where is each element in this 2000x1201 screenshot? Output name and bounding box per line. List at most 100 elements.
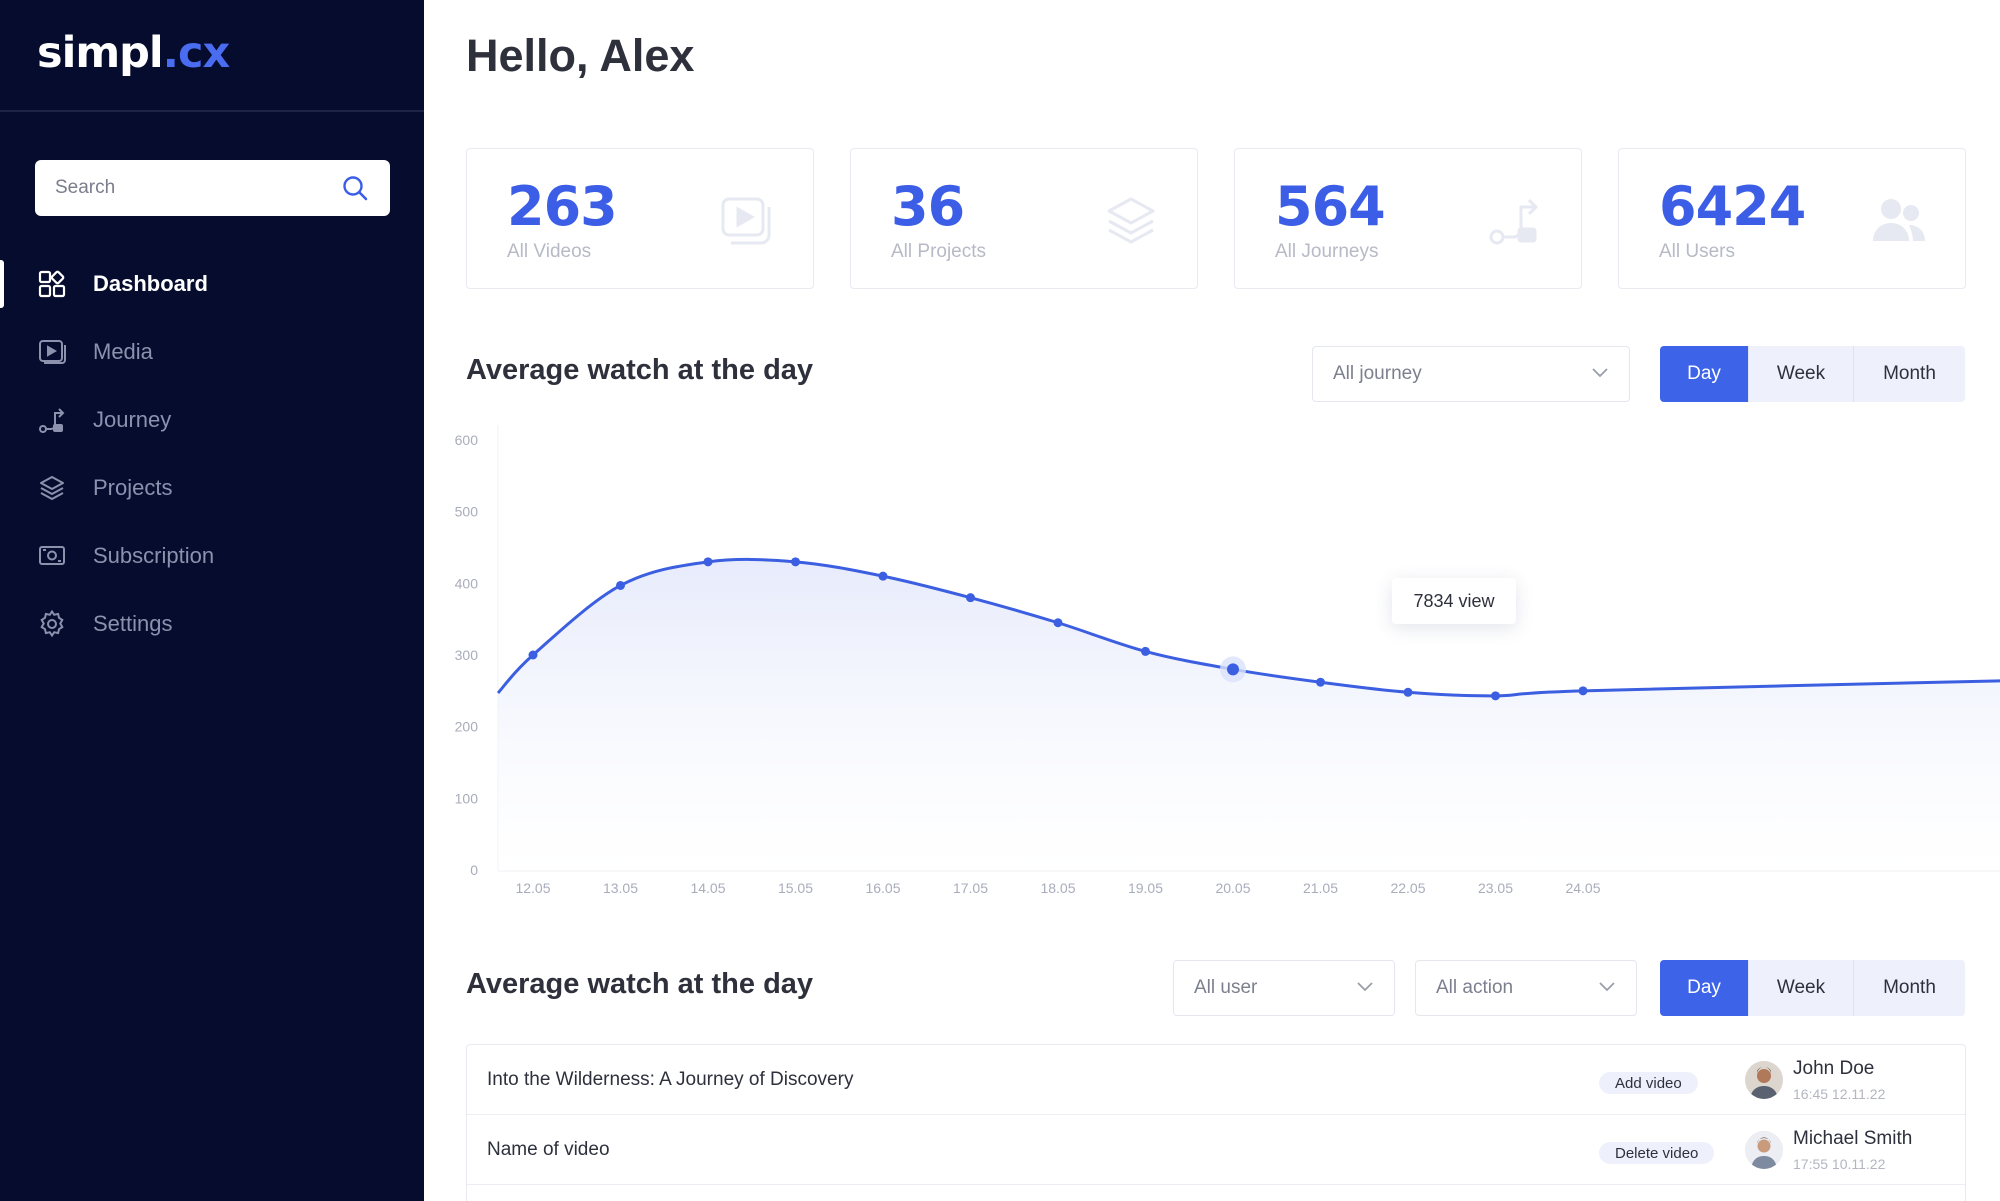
chart-svg: 0 100 200 300 400 500 600 12.05 13.05 14.05 15.05 1…	[455, 425, 2000, 896]
x-tick-label: 17.05	[953, 880, 988, 896]
stat-card-users[interactable]: 6424 All Users	[1618, 148, 1966, 289]
chevron-down-icon	[1591, 365, 1609, 383]
x-tick-label: 13.05	[603, 880, 638, 896]
users-icon	[1869, 191, 1929, 251]
avatar	[1745, 1131, 1783, 1169]
chart-point	[791, 557, 800, 567]
journey-icon	[36, 404, 68, 436]
chart-tooltip: 7834 view	[1392, 578, 1516, 624]
y-tick-label: 300	[455, 647, 479, 663]
x-tick-label: 24.05	[1565, 880, 1600, 896]
sidebar-item-subscription[interactable]: Subscription	[0, 522, 424, 590]
activity-title: Average watch at the day	[466, 968, 814, 1000]
stat-value: 36	[891, 175, 965, 238]
sidebar-item-projects[interactable]: Projects	[0, 454, 424, 522]
period-month-button[interactable]: Month	[1853, 960, 1965, 1016]
period-month-button[interactable]: Month	[1853, 346, 1965, 402]
video-title: Into the Wilderness: A Journey of Discov…	[487, 1069, 854, 1090]
activity-table: Into the Wilderness: A Journey of Discov…	[466, 1044, 1966, 1201]
action-badge: Add video	[1599, 1072, 1698, 1094]
chart-point	[966, 593, 975, 603]
x-tick-label: 23.05	[1478, 880, 1513, 896]
media-icon	[36, 336, 68, 368]
video-title: Name of video	[487, 1139, 610, 1160]
timestamp: 17:55 10.11.22	[1793, 1156, 1886, 1172]
stat-card-journeys[interactable]: 564 All Journeys	[1234, 148, 1582, 289]
chart-point	[1316, 677, 1325, 687]
chart-title: Average watch at the day	[466, 354, 814, 386]
user-select[interactable]: All user	[1173, 960, 1395, 1016]
x-tick-label: 12.05	[515, 880, 550, 896]
chart-point	[1578, 686, 1588, 696]
page-title: Hello, Alex	[466, 30, 695, 81]
chart-point	[616, 580, 625, 590]
table-row[interactable]: Into the Wilderness: A Journey of Discov…	[467, 1045, 1965, 1115]
sidebar-item-label: Subscription	[93, 543, 215, 568]
x-tick-label: 22.05	[1390, 880, 1425, 896]
watch-chart: 0 100 200 300 400 500 600 12.05 13.05 14.05 15.05 1…	[440, 420, 2000, 900]
stat-card-projects[interactable]: 36 All Projects	[850, 148, 1198, 289]
stat-label: All Users	[1659, 241, 1736, 262]
sidebar-nav: Dashboard Media Journey Projects Subscri…	[0, 250, 424, 658]
stat-label: All Journeys	[1275, 241, 1379, 262]
sidebar-item-journey[interactable]: Journey	[0, 386, 424, 454]
projects-icon	[36, 472, 68, 504]
activity-period-toggle: Day Week Month	[1660, 960, 1965, 1016]
chart-point	[703, 557, 713, 567]
brand-accent: .cx	[162, 28, 231, 78]
period-week-button[interactable]: Week	[1748, 346, 1853, 402]
dashboard-icon	[36, 268, 68, 300]
chart-period-toggle: Day Week Month	[1660, 346, 1965, 402]
stat-value: 263	[507, 175, 618, 238]
chart-point	[1403, 687, 1413, 697]
highlight-point	[1227, 663, 1239, 676]
x-tick-label: 15.05	[778, 880, 813, 896]
select-value: All user	[1194, 977, 1258, 998]
brand-logo[interactable]: simpl.cx	[37, 28, 231, 78]
select-value: All journey	[1333, 363, 1422, 384]
brand-name: simpl	[37, 28, 164, 78]
x-tick-label: 21.05	[1303, 880, 1338, 896]
search-icon[interactable]	[340, 173, 370, 203]
table-row[interactable]: Name of video Delete video Michael Smith…	[467, 1115, 1965, 1185]
layers-icon	[1101, 191, 1161, 251]
sidebar-item-dashboard[interactable]: Dashboard	[0, 250, 424, 318]
sidebar-divider	[0, 110, 424, 112]
subscription-icon	[36, 540, 68, 572]
stat-card-videos[interactable]: 263 All Videos	[466, 148, 814, 289]
journey-icon	[1485, 191, 1545, 251]
period-day-button[interactable]: Day	[1660, 346, 1748, 402]
chart-area-fill	[498, 559, 2000, 870]
sidebar-item-media[interactable]: Media	[0, 318, 424, 386]
table-row[interactable]	[467, 1185, 1965, 1201]
timestamp: 16:45 12.11.22	[1793, 1086, 1886, 1102]
search-input[interactable]	[55, 177, 340, 199]
action-badge: Delete video	[1599, 1142, 1715, 1164]
x-tick-label: 16.05	[865, 880, 900, 896]
chart-point	[878, 571, 888, 581]
chart-point	[528, 650, 538, 660]
y-tick-label: 600	[455, 432, 479, 448]
stat-label: All Videos	[507, 241, 592, 262]
chevron-down-icon	[1356, 979, 1374, 997]
journey-select[interactable]: All journey	[1312, 346, 1630, 402]
period-week-button[interactable]: Week	[1748, 960, 1853, 1016]
y-tick-label: 200	[455, 719, 479, 735]
search-box	[35, 160, 390, 216]
action-select[interactable]: All action	[1415, 960, 1637, 1016]
x-tick-label: 14.05	[690, 880, 725, 896]
x-tick-label: 18.05	[1040, 880, 1075, 896]
y-tick-label: 0	[470, 862, 478, 878]
user-name: John Doe	[1793, 1058, 1875, 1079]
x-tick-label: 20.05	[1215, 880, 1250, 896]
y-tick-label: 100	[455, 790, 479, 806]
sidebar-item-label: Settings	[93, 611, 173, 636]
video-icon	[717, 191, 777, 251]
sidebar-item-label: Dashboard	[93, 271, 208, 296]
stat-value: 6424	[1659, 175, 1806, 238]
user-name: Michael Smith	[1793, 1128, 1913, 1149]
sidebar-item-settings[interactable]: Settings	[0, 590, 424, 658]
period-day-button[interactable]: Day	[1660, 960, 1748, 1016]
select-value: All action	[1436, 977, 1514, 998]
y-tick-label: 500	[455, 504, 479, 520]
